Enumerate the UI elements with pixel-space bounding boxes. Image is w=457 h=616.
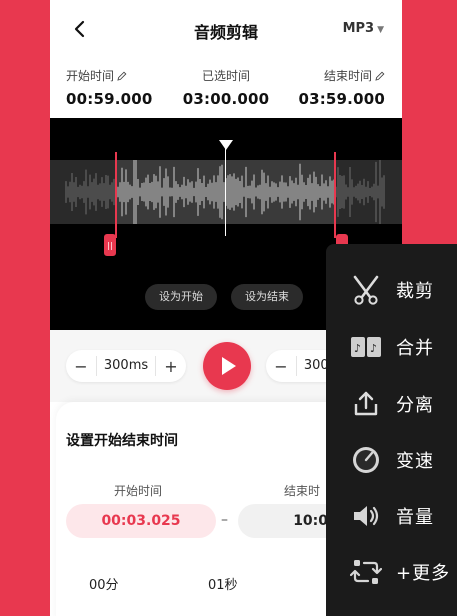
menu-item-label: 裁剪 bbox=[396, 281, 434, 302]
upload-icon bbox=[350, 388, 382, 420]
playhead-marker[interactable] bbox=[219, 140, 233, 150]
selected-time-label: 已选时间 bbox=[201, 69, 250, 83]
menu-item-label: 分离 bbox=[396, 395, 434, 416]
menu-item-more[interactable]: +更多 bbox=[326, 552, 457, 592]
menu-item-label: 变速 bbox=[396, 451, 434, 472]
playhead-line bbox=[225, 146, 226, 236]
menu-item-merge[interactable]: ♪ ♪ 合并 bbox=[326, 327, 457, 367]
format-selector[interactable]: MP3 ▼ bbox=[343, 21, 384, 36]
end-handle-line bbox=[334, 152, 336, 238]
end-time-value: 03:59.000 bbox=[298, 90, 385, 108]
play-button[interactable] bbox=[203, 342, 251, 390]
nav-bar: 音频剪辑 MP3 ▼ bbox=[50, 0, 402, 58]
menu-item-split[interactable]: 分离 bbox=[326, 384, 457, 424]
plus-button[interactable]: + bbox=[156, 357, 186, 376]
set-start-button[interactable]: 设为开始 bbox=[145, 284, 217, 310]
menu-item-label: 音量 bbox=[396, 507, 434, 528]
edit-pencil-icon bbox=[375, 71, 385, 81]
time-summary: 开始时间 00:59.000 已选时间 03:00.000 结束时间 03:59… bbox=[50, 58, 402, 118]
svg-text:♪: ♪ bbox=[370, 342, 377, 355]
waveform bbox=[65, 160, 385, 224]
menu-item-label: +更多 bbox=[396, 563, 451, 584]
set-end-button[interactable]: 设为结束 bbox=[231, 284, 303, 310]
speedometer-icon bbox=[350, 444, 382, 476]
end-time-block[interactable]: 结束时间 03:59.000 bbox=[298, 67, 385, 108]
minus-button[interactable]: − bbox=[266, 357, 296, 376]
tool-menu: 裁剪 ♪ ♪ 合并 分离 变速 音量 +更多 bbox=[326, 244, 457, 616]
svg-text:♪: ♪ bbox=[354, 342, 361, 355]
seconds-picker[interactable]: 01秒 bbox=[208, 574, 238, 593]
sheet-end-label: 结束时 bbox=[284, 484, 321, 498]
sheet-title: 设置开始结束时间 bbox=[66, 433, 178, 449]
left-step-control: − 300ms + bbox=[66, 350, 186, 382]
refresh-icon bbox=[350, 556, 382, 588]
step-value: 300ms bbox=[96, 356, 156, 376]
menu-item-volume[interactable]: 音量 bbox=[326, 496, 457, 536]
sheet-start-label: 开始时间 bbox=[114, 484, 163, 498]
start-handle-line bbox=[115, 152, 117, 238]
menu-item-label: 合并 bbox=[396, 338, 434, 359]
scissors-icon bbox=[350, 274, 382, 306]
speaker-icon bbox=[350, 500, 382, 532]
merge-icon: ♪ ♪ bbox=[350, 331, 382, 363]
end-time-label: 结束时间 bbox=[323, 69, 372, 83]
range-separator: – bbox=[221, 512, 228, 528]
start-handle[interactable]: || bbox=[104, 234, 116, 256]
start-time-field[interactable]: 00:03.025 bbox=[66, 504, 216, 538]
format-label: MP3 bbox=[342, 21, 375, 36]
minutes-picker[interactable]: 00分 bbox=[89, 574, 119, 593]
menu-item-trim[interactable]: 裁剪 bbox=[326, 270, 457, 310]
play-icon bbox=[222, 357, 236, 375]
minus-button[interactable]: − bbox=[66, 357, 96, 376]
menu-item-speed[interactable]: 变速 bbox=[326, 440, 457, 480]
chevron-down-icon: ▼ bbox=[377, 25, 384, 35]
